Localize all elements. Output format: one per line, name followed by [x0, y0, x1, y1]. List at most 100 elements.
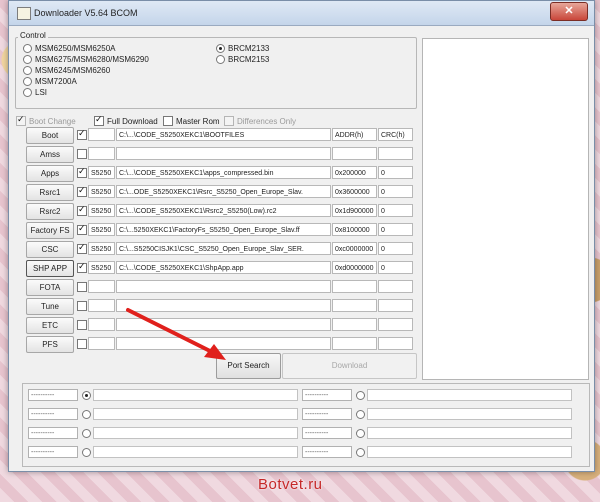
- port-radio[interactable]: [82, 429, 91, 438]
- port-radio[interactable]: [356, 448, 365, 457]
- row-addr-field[interactable]: 0x1d900000: [332, 204, 377, 217]
- row-crc-field[interactable]: [378, 318, 413, 331]
- row-model-field[interactable]: [88, 318, 115, 331]
- row-addr-field[interactable]: 0xc0000000: [332, 242, 377, 255]
- row-path-field[interactable]: C:\...\CODE_S5250XEKC1\apps_compressed.b…: [116, 166, 331, 179]
- row-crc-field[interactable]: [378, 147, 413, 160]
- port-radio[interactable]: [82, 448, 91, 457]
- chip-radio-0[interactable]: MSM6250/MSM6250A: [23, 44, 115, 53]
- row-crc-field[interactable]: 0: [378, 261, 413, 274]
- row-path-field[interactable]: [116, 280, 331, 293]
- master-rom-option[interactable]: Master Rom: [163, 116, 220, 126]
- download-button[interactable]: Download: [282, 353, 417, 379]
- radio-button[interactable]: [23, 77, 32, 86]
- row-button-apps[interactable]: Apps: [26, 165, 74, 182]
- row-path-field[interactable]: C:\...ODE_S5250XEKC1\Rsrc_S5250_Open_Eur…: [116, 185, 331, 198]
- port-radio[interactable]: [356, 429, 365, 438]
- row-checkbox[interactable]: [77, 166, 87, 178]
- row-checkbox[interactable]: [77, 320, 87, 330]
- radio-button[interactable]: [23, 66, 32, 75]
- row-button-etc[interactable]: ETC: [26, 317, 74, 334]
- row-button-csc[interactable]: CSC: [26, 241, 74, 258]
- row-model-field[interactable]: [88, 299, 115, 312]
- row-crc-field[interactable]: 0: [378, 166, 413, 179]
- row-model-field[interactable]: S5250: [88, 261, 115, 274]
- row-model-field[interactable]: S5250: [88, 166, 115, 179]
- chip-radio-3[interactable]: MSM7200A: [23, 77, 77, 86]
- master-rom-checkbox[interactable]: [163, 116, 173, 126]
- differences-only-checkbox[interactable]: [224, 116, 234, 126]
- chip-radio-1[interactable]: MSM6275/MSM6280/MSM6290: [23, 55, 149, 64]
- row-crc-field[interactable]: 0: [378, 223, 413, 236]
- row-model-field[interactable]: [88, 128, 115, 141]
- row-button-rsrc2[interactable]: Rsrc2: [26, 203, 74, 220]
- row-path-field[interactable]: C:\...S5250CISJK1\CSC_S5250_Open_Europe_…: [116, 242, 331, 255]
- row-path-field[interactable]: C:\...\CODE_S5250XEKC1\BOOTFILES: [116, 128, 331, 141]
- row-crc-field[interactable]: [378, 337, 413, 350]
- row-addr-field[interactable]: [332, 318, 377, 331]
- row-model-field[interactable]: [88, 337, 115, 350]
- port-radio[interactable]: [82, 391, 91, 400]
- row-path-field[interactable]: [116, 299, 331, 312]
- row-checkbox[interactable]: [77, 149, 87, 159]
- row-checkbox[interactable]: [77, 282, 87, 292]
- row-checkbox[interactable]: [77, 128, 87, 140]
- row-path-field[interactable]: [116, 337, 331, 350]
- row-checkbox[interactable]: [77, 242, 87, 254]
- row-path-field[interactable]: C:\...5250XEKC1\FactoryFs_S5250_Open_Eur…: [116, 223, 331, 236]
- row-crc-field[interactable]: [378, 280, 413, 293]
- port-radio[interactable]: [356, 410, 365, 419]
- row-addr-field[interactable]: [332, 337, 377, 350]
- row-addr-field[interactable]: [332, 147, 377, 160]
- row-path-field[interactable]: C:\...\CODE_S5250XEKC1\Rsrc2_S5250(Low).…: [116, 204, 331, 217]
- differences-only-option[interactable]: Differences Only: [224, 116, 296, 126]
- full-download-checkbox[interactable]: [94, 114, 104, 126]
- row-button-factory-fs[interactable]: Factory FS: [26, 222, 74, 239]
- row-addr-field[interactable]: 0x3600000: [332, 185, 377, 198]
- row-crc-field[interactable]: [378, 299, 413, 312]
- row-addr-field[interactable]: [332, 280, 377, 293]
- chip-radio-4[interactable]: LSI: [23, 88, 47, 97]
- brcm-radio-1[interactable]: BRCM2153: [216, 55, 269, 64]
- row-model-field[interactable]: [88, 147, 115, 160]
- radio-button[interactable]: [23, 44, 32, 53]
- row-checkbox[interactable]: [77, 301, 87, 311]
- row-crc-field[interactable]: 0: [378, 204, 413, 217]
- row-checkbox[interactable]: [77, 223, 87, 235]
- full-download-option[interactable]: Full Download: [94, 114, 158, 126]
- radio-button[interactable]: [23, 55, 32, 64]
- brcm-radio-0[interactable]: BRCM2133: [216, 44, 269, 53]
- row-model-field[interactable]: S5250: [88, 204, 115, 217]
- row-button-boot[interactable]: Boot: [26, 127, 74, 144]
- boot-change-checkbox[interactable]: [16, 114, 26, 126]
- row-addr-field[interactable]: [332, 299, 377, 312]
- radio-button[interactable]: [23, 88, 32, 97]
- row-checkbox[interactable]: [77, 185, 87, 197]
- row-path-field[interactable]: [116, 318, 331, 331]
- row-model-field[interactable]: [88, 280, 115, 293]
- row-addr-field[interactable]: 0xd0000000: [332, 261, 377, 274]
- row-button-amss[interactable]: Amss: [26, 146, 74, 163]
- port-radio[interactable]: [356, 391, 365, 400]
- row-crc-field[interactable]: 0: [378, 185, 413, 198]
- radio-button[interactable]: [216, 44, 225, 53]
- row-button-rsrc1[interactable]: Rsrc1: [26, 184, 74, 201]
- row-checkbox[interactable]: [77, 204, 87, 216]
- chip-radio-2[interactable]: MSM6245/MSM6260: [23, 66, 110, 75]
- port-radio[interactable]: [82, 410, 91, 419]
- boot-change-option[interactable]: Boot Change: [16, 114, 76, 126]
- row-button-fota[interactable]: FOTA: [26, 279, 74, 296]
- row-addr-field[interactable]: 0x200000: [332, 166, 377, 179]
- radio-button[interactable]: [216, 55, 225, 64]
- row-path-field[interactable]: [116, 147, 331, 160]
- port-search-button[interactable]: Port Search: [216, 353, 281, 379]
- row-addr-field[interactable]: 0x8100000: [332, 223, 377, 236]
- row-path-field[interactable]: C:\...\CODE_S5250XEKC1\ShpApp.app: [116, 261, 331, 274]
- row-button-tune[interactable]: Tune: [26, 298, 74, 315]
- title-bar[interactable]: Downloader V5.64 BCOM ✕: [9, 1, 594, 26]
- row-button-pfs[interactable]: PFS: [26, 336, 74, 353]
- close-button[interactable]: ✕: [550, 2, 588, 21]
- row-model-field[interactable]: S5250: [88, 242, 115, 255]
- row-checkbox[interactable]: [77, 261, 87, 273]
- log-panel[interactable]: [422, 38, 589, 380]
